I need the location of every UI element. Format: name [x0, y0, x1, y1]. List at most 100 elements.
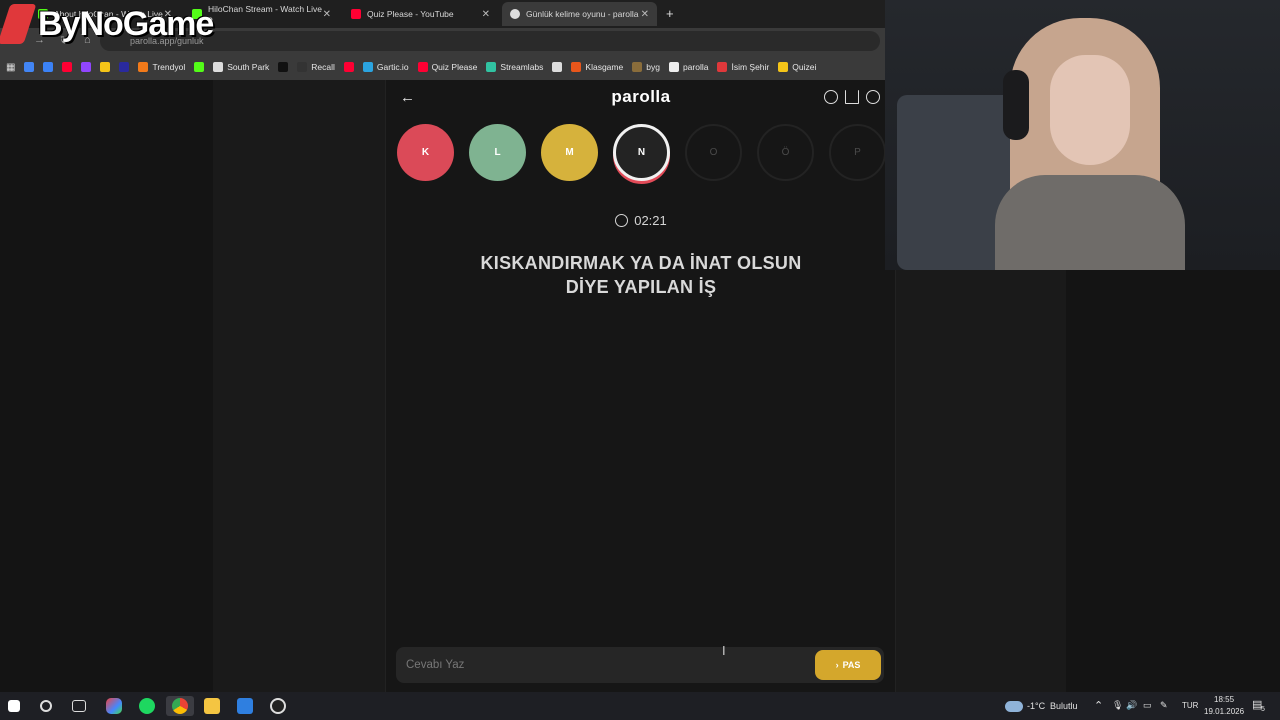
- clock-time[interactable]: 18:55: [1214, 695, 1234, 704]
- parolla-game: ← parolla KLMNOÖP 02:21 KISKANDIRMAK YA …: [385, 80, 896, 692]
- url-field[interactable]: parolla.app/gunluk: [100, 31, 880, 51]
- bookmark-label: Recall: [311, 62, 335, 72]
- spotify-icon[interactable]: [139, 698, 155, 714]
- webcam-overlay: [885, 0, 1280, 270]
- weather-cloud-icon[interactable]: [1005, 701, 1023, 712]
- clock-icon: [615, 214, 629, 227]
- clock-date[interactable]: 19.01.2026: [1204, 707, 1244, 716]
- close-icon[interactable]: ✕: [482, 9, 490, 20]
- pass-button[interactable]: › PAS: [815, 650, 881, 680]
- bookmark-item[interactable]: parolla: [668, 62, 709, 72]
- network-icon[interactable]: ▭: [1143, 700, 1152, 711]
- notification-count[interactable]: 5: [1261, 706, 1265, 713]
- bookmark-item[interactable]: Klasgame: [571, 62, 623, 72]
- bookmark-item[interactable]: [43, 62, 54, 72]
- timer: 02:21: [386, 213, 896, 228]
- bookmark-item[interactable]: İsim Şehir: [717, 62, 769, 72]
- watermark-logo: ByNoGame: [0, 4, 214, 44]
- apps-grid-icon[interactable]: ▦: [6, 62, 15, 73]
- bookmark-item[interactable]: [81, 62, 92, 72]
- bookmark-favicon-icon: [632, 62, 643, 72]
- bookmark-item[interactable]: [62, 62, 73, 72]
- bookmark-item[interactable]: South Park: [213, 62, 269, 72]
- bookmark-label: parolla: [682, 62, 709, 72]
- info-icon[interactable]: [824, 90, 838, 104]
- profile-icon[interactable]: [866, 90, 880, 104]
- question-line: KISKANDIRMAK YA DA İNAT OLSUN: [480, 253, 802, 273]
- bookmark-item[interactable]: [552, 62, 563, 72]
- bookmark-label: İsim Şehir: [731, 62, 770, 72]
- parolla-icon: [510, 9, 520, 19]
- bookmark-favicon-icon: [24, 62, 35, 72]
- copilot-icon[interactable]: [106, 698, 122, 714]
- close-icon[interactable]: ✕: [641, 9, 649, 20]
- obs-icon[interactable]: [270, 698, 286, 714]
- bookmark-label: South Park: [227, 62, 270, 72]
- new-tab-icon[interactable]: +: [666, 6, 674, 21]
- bookmark-item[interactable]: [24, 62, 35, 72]
- streamer-face: [1050, 55, 1130, 165]
- bookmark-item[interactable]: [278, 62, 289, 72]
- bookmark-item[interactable]: Trendyol: [138, 62, 185, 72]
- bookmark-label: byg: [646, 62, 660, 72]
- page-panel-left: [213, 80, 385, 692]
- youtube-icon: [351, 9, 361, 19]
- letter-circle-correct: L: [469, 124, 526, 181]
- bookmark-favicon-icon: [668, 62, 679, 72]
- weather-desc[interactable]: Bulutlu: [1050, 701, 1078, 711]
- bookmark-item[interactable]: byg: [632, 62, 660, 72]
- weather-temp[interactable]: -1°C: [1027, 701, 1045, 711]
- bookmark-label: Quiz Please: [431, 62, 478, 72]
- question-text: KISKANDIRMAK YA DA İNAT OLSUN DİYE YAPIL…: [426, 251, 856, 299]
- language-indicator[interactable]: TUR: [1182, 701, 1198, 710]
- microphone-icon[interactable]: 🎙: [1112, 700, 1123, 711]
- stats-icon[interactable]: [845, 90, 859, 104]
- bookmark-favicon-icon: [417, 62, 428, 72]
- task-view-icon[interactable]: [72, 700, 86, 712]
- watermark-text: ByNoGame: [38, 4, 214, 43]
- chevron-up-icon[interactable]: ⌃: [1094, 699, 1103, 712]
- tab-parolla[interactable]: Günlük kelime oyunu - parolla ✕: [502, 2, 657, 26]
- header-actions: [824, 90, 880, 104]
- windows-taskbar: -1°C Bulutlu ⌃ 🎙 🔊 ▭ ✎ TUR 18:55 19.01.2…: [0, 692, 1280, 720]
- chrome-icon: [172, 698, 188, 714]
- bookmark-favicon-icon: [119, 62, 130, 72]
- page-background-left: [0, 80, 213, 692]
- bookmark-label: Klasgame: [585, 62, 624, 72]
- bookmark-item[interactable]: [119, 62, 130, 72]
- search-icon[interactable]: [40, 700, 52, 712]
- pen-icon[interactable]: ✎: [1160, 700, 1168, 711]
- tab-quiz-please[interactable]: Quiz Please - YouTube ✕: [343, 2, 498, 26]
- bookmark-item[interactable]: Quiz Please: [417, 62, 478, 72]
- bookmark-favicon-icon: [194, 62, 205, 72]
- page-panel-right: [896, 270, 1066, 692]
- bookmark-favicon-icon: [297, 62, 308, 72]
- letter-circle-future: P: [829, 124, 886, 181]
- bookmark-favicon-icon: [81, 62, 92, 72]
- bookmark-favicon-icon: [778, 62, 789, 72]
- tab-title: Quiz Please - YouTube: [367, 9, 454, 19]
- letter-circle-future: Ö: [757, 124, 814, 181]
- bookmark-item[interactable]: [100, 62, 111, 72]
- bookmark-item[interactable]: Quizei: [778, 62, 816, 72]
- bookmark-item[interactable]: Streamlabs: [486, 62, 543, 72]
- bookmark-item[interactable]: Recall: [297, 62, 335, 72]
- outlook-icon[interactable]: [237, 698, 253, 714]
- bookmark-label: Gartic.io: [376, 62, 409, 72]
- bookmark-favicon-icon: [43, 62, 54, 72]
- bookmark-favicon-icon: [571, 62, 582, 72]
- bookmark-favicon-icon: [62, 62, 73, 72]
- bookmark-favicon-icon: [343, 62, 354, 72]
- file-explorer-icon[interactable]: [204, 698, 220, 714]
- bookmark-item[interactable]: [343, 62, 354, 72]
- bookmark-favicon-icon: [213, 62, 224, 72]
- pass-button-label: PAS: [842, 660, 861, 670]
- close-icon[interactable]: ✕: [323, 9, 331, 20]
- bynogame-mark-icon: [0, 4, 37, 44]
- speaker-icon[interactable]: 🔊: [1126, 700, 1137, 711]
- answer-input[interactable]: [406, 647, 806, 683]
- bookmark-item[interactable]: Gartic.io: [362, 62, 409, 72]
- chevron-right-icon: ›: [835, 660, 839, 670]
- windows-start-icon[interactable]: [8, 700, 20, 712]
- bookmark-item[interactable]: [194, 62, 205, 72]
